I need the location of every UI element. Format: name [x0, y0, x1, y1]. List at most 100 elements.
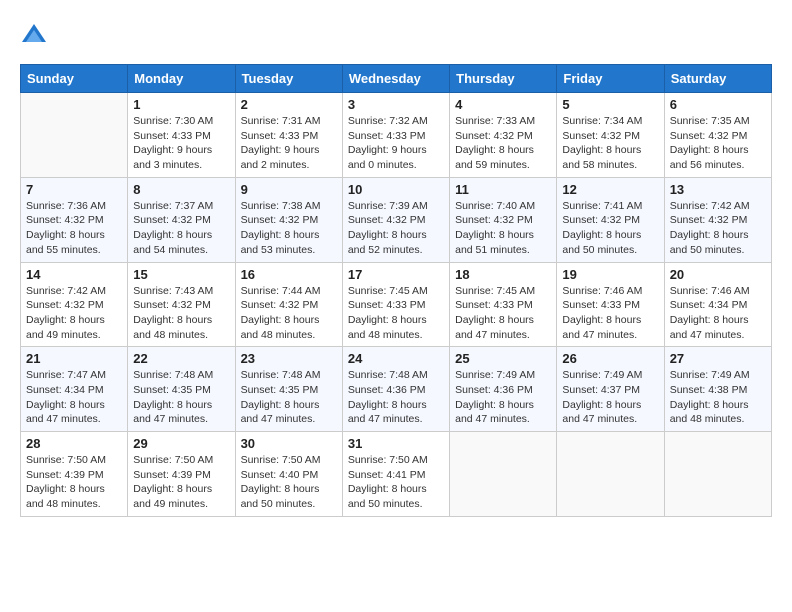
calendar-cell: 7Sunrise: 7:36 AMSunset: 4:32 PMDaylight… — [21, 177, 128, 262]
logo-icon — [20, 20, 48, 48]
calendar-cell: 2 Sunrise: 7:31 AMSunset: 4:33 PMDaylight… — [235, 93, 342, 178]
calendar-week-row: 1 Sunrise: 7:30 AMSunset: 4:33 PMDaylight… — [21, 93, 772, 178]
weekday-header: Wednesday — [342, 65, 449, 93]
calendar-week-row: 7Sunrise: 7:36 AMSunset: 4:32 PMDaylight… — [21, 177, 772, 262]
day-number: 28 — [26, 436, 122, 451]
calendar-cell: 16 Sunrise: 7:44 AMSunset: 4:32 PMDayligh… — [235, 262, 342, 347]
day-number: 18 — [455, 267, 551, 282]
calendar-cell: 9 Sunrise: 7:38 AMSunset: 4:32 PMDaylight… — [235, 177, 342, 262]
calendar-cell: 15 Sunrise: 7:43 AMSunset: 4:32 PMDayligh… — [128, 262, 235, 347]
calendar-cell — [664, 432, 771, 517]
calendar-week-row: 21Sunrise: 7:47 AMSunset: 4:34 PMDayligh… — [21, 347, 772, 432]
day-number: 10 — [348, 182, 444, 197]
calendar-cell: 31Sunrise: 7:50 AMSunset: 4:41 PMDayligh… — [342, 432, 449, 517]
day-number: 11 — [455, 182, 551, 197]
weekday-header: Thursday — [450, 65, 557, 93]
day-info: Sunrise: 7:32 AMSunset: 4:33 PMDaylight:… — [348, 114, 444, 173]
day-info: Sunrise: 7:39 AMSunset: 4:32 PMDaylight:… — [348, 199, 444, 258]
day-info: Sunrise: 7:43 AMSunset: 4:32 PMDaylight:… — [133, 284, 229, 343]
day-number: 8 — [133, 182, 229, 197]
calendar-cell: 4 Sunrise: 7:33 AMSunset: 4:32 PMDaylight… — [450, 93, 557, 178]
calendar-cell — [21, 93, 128, 178]
calendar-cell: 13Sunrise: 7:42 AMSunset: 4:32 PMDayligh… — [664, 177, 771, 262]
calendar-cell: 28 Sunrise: 7:50 AMSunset: 4:39 PMDayligh… — [21, 432, 128, 517]
day-info: Sunrise: 7:48 AMSunset: 4:35 PMDaylight:… — [241, 368, 337, 427]
day-info: Sunrise: 7:50 AMSunset: 4:39 PMDaylight:… — [26, 453, 122, 512]
day-info: Sunrise: 7:41 AMSunset: 4:32 PMDaylight:… — [562, 199, 658, 258]
day-info: Sunrise: 7:50 AMSunset: 4:39 PMDaylight:… — [133, 453, 229, 512]
day-number: 31 — [348, 436, 444, 451]
calendar-cell: 11 Sunrise: 7:40 AMSunset: 4:32 PMDayligh… — [450, 177, 557, 262]
day-number: 3 — [348, 97, 444, 112]
day-number: 14 — [26, 267, 122, 282]
day-info: Sunrise: 7:42 AMSunset: 4:32 PMDaylight:… — [670, 199, 766, 258]
weekday-header: Saturday — [664, 65, 771, 93]
calendar-cell — [450, 432, 557, 517]
day-number: 4 — [455, 97, 551, 112]
day-number: 17 — [348, 267, 444, 282]
calendar-cell: 20 Sunrise: 7:46 AMSunset: 4:34 PMDayligh… — [664, 262, 771, 347]
calendar-cell: 1 Sunrise: 7:30 AMSunset: 4:33 PMDaylight… — [128, 93, 235, 178]
day-number: 23 — [241, 351, 337, 366]
day-number: 22 — [133, 351, 229, 366]
calendar-cell: 10 Sunrise: 7:39 AMSunset: 4:32 PMDayligh… — [342, 177, 449, 262]
day-info: Sunrise: 7:30 AMSunset: 4:33 PMDaylight:… — [133, 114, 229, 173]
day-number: 15 — [133, 267, 229, 282]
logo — [20, 20, 52, 48]
calendar-cell: 12 Sunrise: 7:41 AMSunset: 4:32 PMDayligh… — [557, 177, 664, 262]
calendar-cell — [557, 432, 664, 517]
day-info: Sunrise: 7:44 AMSunset: 4:32 PMDaylight:… — [241, 284, 337, 343]
day-number: 19 — [562, 267, 658, 282]
calendar-cell: 23 Sunrise: 7:48 AMSunset: 4:35 PMDayligh… — [235, 347, 342, 432]
calendar-cell: 8 Sunrise: 7:37 AMSunset: 4:32 PMDaylight… — [128, 177, 235, 262]
day-number: 25 — [455, 351, 551, 366]
calendar-cell: 19 Sunrise: 7:46 AMSunset: 4:33 PMDayligh… — [557, 262, 664, 347]
day-info: Sunrise: 7:33 AMSunset: 4:32 PMDaylight:… — [455, 114, 551, 173]
day-number: 27 — [670, 351, 766, 366]
calendar-cell: 17 Sunrise: 7:45 AMSunset: 4:33 PMDayligh… — [342, 262, 449, 347]
day-info: Sunrise: 7:45 AMSunset: 4:33 PMDaylight:… — [348, 284, 444, 343]
day-info: Sunrise: 7:34 AMSunset: 4:32 PMDaylight:… — [562, 114, 658, 173]
weekday-header: Tuesday — [235, 65, 342, 93]
day-info: Sunrise: 7:31 AMSunset: 4:33 PMDaylight:… — [241, 114, 337, 173]
day-number: 7 — [26, 182, 122, 197]
day-info: Sunrise: 7:46 AMSunset: 4:34 PMDaylight:… — [670, 284, 766, 343]
day-number: 1 — [133, 97, 229, 112]
day-number: 29 — [133, 436, 229, 451]
calendar-cell: 30Sunrise: 7:50 AMSunset: 4:40 PMDayligh… — [235, 432, 342, 517]
day-info: Sunrise: 7:48 AMSunset: 4:36 PMDaylight:… — [348, 368, 444, 427]
calendar-cell: 25Sunrise: 7:49 AMSunset: 4:36 PMDayligh… — [450, 347, 557, 432]
day-info: Sunrise: 7:45 AMSunset: 4:33 PMDaylight:… — [455, 284, 551, 343]
weekday-header: Sunday — [21, 65, 128, 93]
day-info: Sunrise: 7:35 AMSunset: 4:32 PMDaylight:… — [670, 114, 766, 173]
day-info: Sunrise: 7:40 AMSunset: 4:32 PMDaylight:… — [455, 199, 551, 258]
day-number: 20 — [670, 267, 766, 282]
day-number: 6 — [670, 97, 766, 112]
day-info: Sunrise: 7:38 AMSunset: 4:32 PMDaylight:… — [241, 199, 337, 258]
day-number: 5 — [562, 97, 658, 112]
calendar-cell: 29 Sunrise: 7:50 AMSunset: 4:39 PMDayligh… — [128, 432, 235, 517]
day-info: Sunrise: 7:48 AMSunset: 4:35 PMDaylight:… — [133, 368, 229, 427]
calendar-cell: 24Sunrise: 7:48 AMSunset: 4:36 PMDayligh… — [342, 347, 449, 432]
day-info: Sunrise: 7:42 AMSunset: 4:32 PMDaylight:… — [26, 284, 122, 343]
calendar-week-row: 14 Sunrise: 7:42 AMSunset: 4:32 PMDayligh… — [21, 262, 772, 347]
calendar-cell: 6 Sunrise: 7:35 AMSunset: 4:32 PMDaylight… — [664, 93, 771, 178]
day-info: Sunrise: 7:46 AMSunset: 4:33 PMDaylight:… — [562, 284, 658, 343]
calendar-cell: 26 Sunrise: 7:49 AMSunset: 4:37 PMDayligh… — [557, 347, 664, 432]
day-info: Sunrise: 7:49 AMSunset: 4:37 PMDaylight:… — [562, 368, 658, 427]
day-info: Sunrise: 7:49 AMSunset: 4:38 PMDaylight:… — [670, 368, 766, 427]
day-info: Sunrise: 7:37 AMSunset: 4:32 PMDaylight:… — [133, 199, 229, 258]
day-number: 26 — [562, 351, 658, 366]
day-number: 12 — [562, 182, 658, 197]
calendar-week-row: 28 Sunrise: 7:50 AMSunset: 4:39 PMDayligh… — [21, 432, 772, 517]
calendar-cell: 21Sunrise: 7:47 AMSunset: 4:34 PMDayligh… — [21, 347, 128, 432]
weekday-header: Monday — [128, 65, 235, 93]
day-number: 2 — [241, 97, 337, 112]
calendar-header-row: SundayMondayTuesdayWednesdayThursdayFrid… — [21, 65, 772, 93]
day-info: Sunrise: 7:47 AMSunset: 4:34 PMDaylight:… — [26, 368, 122, 427]
calendar-cell: 27 Sunrise: 7:49 AMSunset: 4:38 PMDayligh… — [664, 347, 771, 432]
day-number: 16 — [241, 267, 337, 282]
calendar-cell: 14 Sunrise: 7:42 AMSunset: 4:32 PMDayligh… — [21, 262, 128, 347]
day-number: 9 — [241, 182, 337, 197]
calendar-cell: 18 Sunrise: 7:45 AMSunset: 4:33 PMDayligh… — [450, 262, 557, 347]
